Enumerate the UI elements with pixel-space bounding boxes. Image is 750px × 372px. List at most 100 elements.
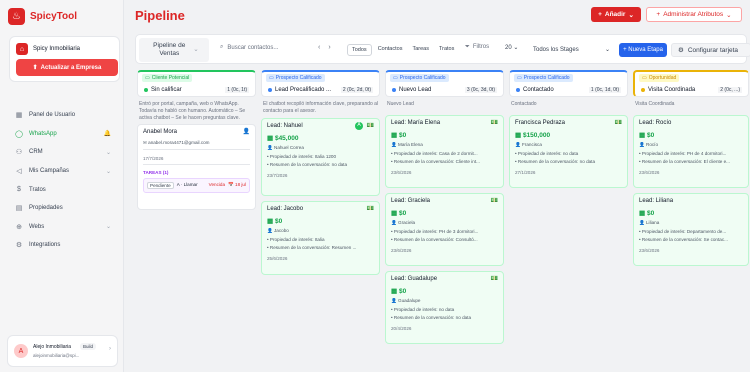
building-icon: ▤ [15,205,23,213]
users-icon: ⚇ [15,149,23,157]
grid-icon: ▦ [15,112,23,120]
deal-card[interactable]: Francisca Pedraza 💵 ▦ $150,000 👤 Francis… [509,114,628,188]
deal-card[interactable]: Lead: Jacobo 💵 ▦ $0 👤 Jacobo • Propiedad… [261,200,380,275]
toolbar: Pipeline de Ventas ⌄ ⌕ Buscar contactos...… [135,34,750,64]
deal-card[interactable]: Lead: Liliana ▦ $0 👤 Liliana • Propiedad… [633,192,749,266]
card-contact: 👤 María Elena [391,141,423,147]
pipeline-select[interactable]: Pipeline de Ventas ⌄ [139,38,209,62]
column-counts: 1 (0c, 1t) [225,87,249,93]
app-logo[interactable]: ♨ SpicyTool [8,8,77,25]
card-summary: • Resumen de la conversación: Consultó..… [391,236,478,242]
column-header[interactable]: ▭ Prospecto Calificado Lead Precalificado… [261,70,380,97]
add-button[interactable]: + Añadir ⌄ [591,7,641,22]
summary-value: Resumen de la conversación: Resumen ... [269,244,357,250]
stage-select[interactable]: Todos los Stages ⌄ [529,43,614,56]
tab-all[interactable]: Todos [347,44,372,56]
deal-card[interactable]: Lead: María Elena 💵 ▦ $0 👤 María Elena •… [385,114,504,188]
sidebar-item-label: CRM [29,149,43,156]
column-counts: 3 (0c, 3d, 0t) [464,87,497,93]
interest-value: Propiedad de interés: Italia 1200 [269,153,337,159]
money-icon: 💵 [614,119,622,126]
page-size-select[interactable]: 20 ⌄ [505,44,518,51]
money-icon: 💵 [490,119,498,126]
new-stage-button[interactable]: + Nueva Etapa [619,43,667,57]
manage-attributes-label: Administrar Atributos [663,11,724,18]
whatsapp-badge-icon: A [355,121,363,130]
sidebar-item-crm[interactable]: ⚇ CRM ⌄ [9,143,121,162]
tab-tasks[interactable]: Tareas [408,44,433,56]
deal-card[interactable]: Lead: Nahuel A 💵 ▦ $45,000 👤 Nahuel Corr… [261,117,380,196]
task-status[interactable]: Pendiente [147,182,174,190]
amount-value: $45,000 [274,134,299,142]
interest-value: Propiedad de interés: Italia [269,236,325,242]
card-date: 23/6/2026 [391,247,412,253]
chevron-right-icon: › [109,346,111,352]
column-name: Visita Coordinada [648,87,696,93]
contact-value: Liliana [646,219,660,225]
money-icon: 💵 [366,122,374,129]
card-amount: ▦ $0 [391,131,407,139]
contact-card[interactable]: Anabel Mora 👤 ✉ anabel.mora4471@gmail.co… [137,124,256,211]
view-tabs: Todos Contactos Tareas Tratos [347,44,458,56]
card-interest: • Propiedad de interés: PH de 4 dormitor… [639,150,727,156]
interest-value: Propiedad de interés: no data [393,306,455,312]
user-card[interactable]: A Alejo Inmobiliaria Build alejoinmobili… [7,335,118,367]
column-header[interactable]: ▭ Oportunidad Visita Coordinada 2 (0c, ..… [633,70,749,97]
card-summary: • Resumen de la conversación: no data [267,161,348,167]
card-amount: ▦ $0 [639,209,655,217]
sidebar-item-integrations[interactable]: ⚙ Integrations [9,236,121,255]
card-summary: • Resumen de la conversación: El cliente… [639,158,730,164]
stage-tag-label: Oportunidad [648,75,677,81]
column-description: Visita Coordinada [635,101,675,107]
sidebar-item-panel[interactable]: ▦ Panel de Usuario [9,106,121,125]
search-input[interactable]: ⌕ Buscar contactos... [220,44,278,51]
sidebar-item-properties[interactable]: ▤ Propiedades [9,199,121,218]
stage-tag: ▭ Prospecto Calificado [390,74,449,82]
column-header[interactable]: ▭ Cliente Potencial Sin calificar 1 (0c, … [137,70,256,97]
tasks-heading: TAREAS (1) [143,170,169,176]
card-date: 23/6/2026 [639,247,660,253]
sidebar-item-webs[interactable]: ⊕ Webs ⌄ [9,218,121,237]
manage-attributes-button[interactable]: + Administrar Atributos ⌄ [646,7,742,22]
amount-value: $0 [646,209,655,217]
add-button-label: Añadir [604,11,626,18]
person-icon: 👤 [242,129,250,136]
column-header[interactable]: ▭ Prospecto Calificado Nuevo Lead 3 (0c, … [385,70,504,97]
sidebar-item-whatsapp[interactable]: ◯ WhatsApp 🔔 [9,125,121,144]
pager: ‹ › [318,44,331,51]
tab-deals[interactable]: Tratos [435,44,458,56]
card-title: Francisca Pedraza [515,119,566,126]
filters-button[interactable]: ⏷ Filtros [465,44,489,51]
plug-icon: ⚙ [15,242,23,250]
globe-icon: ⊕ [16,223,22,231]
deal-card[interactable]: Lead: Guadalupe 💵 ▦ $0 👤 Guadalupe • Pro… [385,270,504,344]
interest-value: Propiedad de interés: Casa de 2 dormit..… [393,150,478,156]
configure-card-label: Configurar tarjeta [687,46,739,54]
column-header[interactable]: ▭ Prospecto Calificado Contactado 1 (0c, … [509,70,628,97]
contact-value: Graciela [398,219,416,225]
folder-icon: ▭ [269,75,274,81]
card-amount: ▦ $45,000 [267,134,299,142]
deal-card[interactable]: Lead: Graciela 💵 ▦ $0 👤 Graciela • Propi… [385,192,504,266]
sidebar-item-campaigns[interactable]: ◁ Mis Campañas ⌄ [9,162,121,181]
filter-icon: ⏷ [465,44,470,50]
card-summary: • Resumen de la conversación: no data [515,158,596,164]
card-summary: • Resumen de la conversación: Cliente in… [391,158,480,164]
megaphone-icon: ◁ [16,168,22,176]
card-amount: ▦ $150,000 [515,131,551,139]
next-icon[interactable]: › [328,44,330,51]
sidebar-item-deals[interactable]: $ Tratos [9,180,121,199]
upgrade-button[interactable]: ⬆ Actualizar a Empresa [16,59,118,76]
company-name: Spicy Inmobiliaria [33,46,81,52]
task-item[interactable]: Pendiente A · Llamar Vencida 📅 18 jul [143,178,250,194]
folder-icon: ▭ [393,75,398,81]
upgrade-button-label: Actualizar a Empresa [40,64,102,71]
sidebar-item-label: Mis Campañas [29,168,70,175]
column-sin-calificar: ▭ Cliente Potencial Sin calificar 1 (0c, … [137,70,256,215]
configure-card-button[interactable]: ⚙ Configurar tarjeta [671,43,750,57]
deal-card[interactable]: Lead: Rocío ▦ $0 👤 Rocío • Propiedad de … [633,114,749,188]
column-counts: 2 (0c, ...) [718,87,742,93]
divider [143,164,250,166]
prev-icon[interactable]: ‹ [318,44,320,51]
tab-contacts[interactable]: Contactos [374,44,407,56]
